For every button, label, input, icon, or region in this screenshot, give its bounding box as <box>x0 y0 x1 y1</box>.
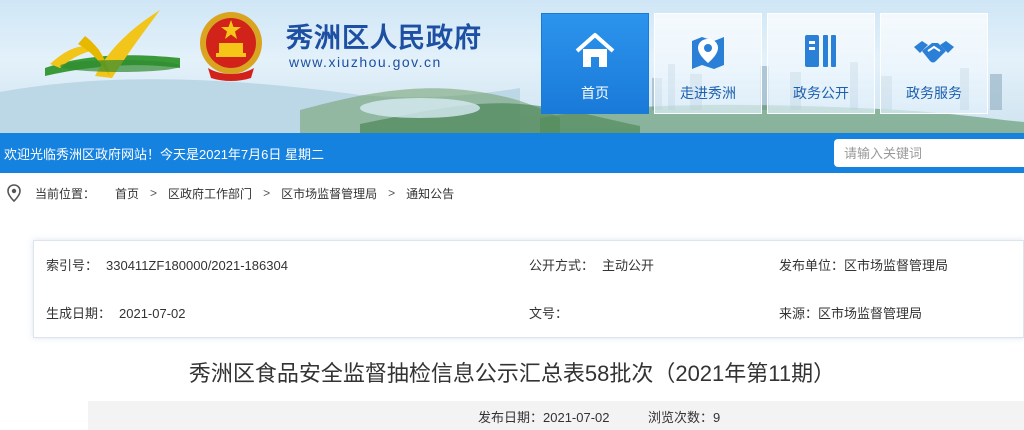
nav-item-government-services[interactable]: 政务服务 <box>880 13 988 114</box>
meta-value: 主动公开 <box>602 258 655 273</box>
meta-open-method: 公开方式： 主动公开 <box>529 255 654 274</box>
breadcrumb-label: 当前位置： <box>35 186 96 201</box>
meta-publisher: 发布单位：区市场监督管理局 <box>779 255 948 274</box>
meta-value: 区市场监督管理局 <box>818 306 923 321</box>
location-pin-icon <box>7 184 21 202</box>
publish-date-value: 2021-07-02 <box>543 410 610 425</box>
meta-key: 索引号： <box>46 258 99 273</box>
nav-item-label: 政务公开 <box>793 85 849 101</box>
header-banner: 秀洲区人民政府 www.xiuzhou.gov.cn 首页 走进秀洲 政务公开 … <box>0 0 1024 133</box>
breadcrumb-item-market-bureau[interactable]: 区市场监督管理局 <box>281 185 377 202</box>
document-meta-box: 索引号： 330411ZF180000/2021-186304 公开方式： 主动公开… <box>33 240 1024 338</box>
article-title: 秀洲区食品安全监督抽检信息公示汇总表58批次（2021年第11期） <box>188 361 836 386</box>
breadcrumb: 当前位置： 首页 > 区政府工作部门 > 区市场监督管理局 > 通知公告 <box>0 178 1024 208</box>
meta-key: 来源： <box>779 306 819 321</box>
handshake-icon <box>914 41 954 63</box>
breadcrumb-separator: > <box>263 186 271 200</box>
view-count: 浏览次数：9 <box>648 407 720 426</box>
publish-date: 发布日期：2021-07-02 <box>478 407 610 426</box>
meta-key: 生成日期： <box>46 306 112 321</box>
nav-item-about-xiuzhou[interactable]: 走进秀洲 <box>654 13 762 114</box>
breadcrumb-item-notices[interactable]: 通知公告 <box>406 185 454 202</box>
site-url: www.xiuzhou.gov.cn <box>289 54 442 70</box>
xiuzhou-logo <box>45 10 180 78</box>
book-icon <box>805 35 836 67</box>
meta-value: 区市场监督管理局 <box>844 258 949 273</box>
nav-item-government-affairs[interactable]: 政务公开 <box>767 13 875 114</box>
search-input[interactable] <box>834 139 1024 167</box>
site-title: 秀洲区人民政府 <box>286 23 482 53</box>
meta-created-date: 生成日期： 2021-07-02 <box>46 303 186 322</box>
meta-key: 公开方式： <box>529 258 595 273</box>
nav-item-label: 政务服务 <box>906 85 962 101</box>
meta-value: 2021-07-02 <box>119 306 186 321</box>
breadcrumb-item-home[interactable]: 首页 <box>115 185 139 202</box>
article-info-bar: 发布日期：2021-07-02 浏览次数：9 <box>88 401 1024 430</box>
breadcrumb-item-departments[interactable]: 区政府工作部门 <box>168 185 252 202</box>
main-nav: 首页 走进秀洲 政务公开 政务服务 <box>541 13 988 114</box>
welcome-text: 欢迎光临秀洲区政府网站！今天是2021年7月6日 星期二 <box>4 147 324 162</box>
meta-key: 文号： <box>529 306 569 321</box>
meta-value: 330411ZF180000/2021-186304 <box>106 258 288 273</box>
nav-item-label: 走进秀洲 <box>680 85 736 101</box>
national-emblem-icon <box>200 12 262 81</box>
meta-index: 索引号： 330411ZF180000/2021-186304 <box>46 255 288 274</box>
map-pin-icon <box>692 37 724 69</box>
meta-source: 来源：区市场监督管理局 <box>779 303 922 322</box>
nav-item-home[interactable]: 首页 <box>541 13 649 114</box>
breadcrumb-separator: > <box>388 186 396 200</box>
nav-item-label: 首页 <box>581 85 609 101</box>
home-icon <box>575 33 615 67</box>
meta-doc-number: 文号： <box>529 303 576 322</box>
welcome-bar: 欢迎光临秀洲区政府网站！今天是2021年7月6日 星期二 <box>0 133 1024 173</box>
publish-date-key: 发布日期： <box>478 410 544 425</box>
view-count-value: 9 <box>713 410 721 425</box>
breadcrumb-separator: > <box>150 186 158 200</box>
view-count-key: 浏览次数： <box>648 410 714 425</box>
meta-key: 发布单位： <box>779 258 845 273</box>
